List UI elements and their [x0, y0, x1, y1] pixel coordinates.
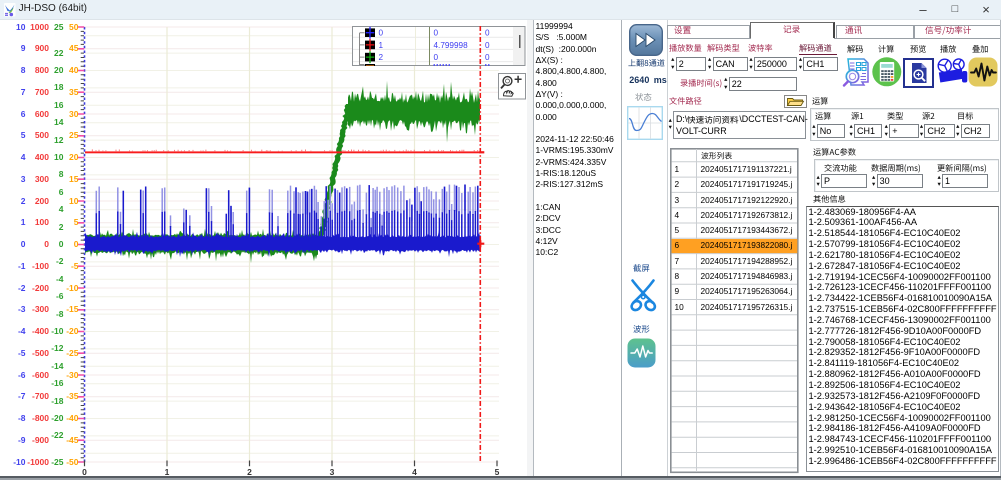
svg-text:2: 2 — [379, 53, 384, 62]
svg-text:1: 1 — [379, 40, 384, 49]
svg-text:0: 0 — [379, 28, 384, 37]
svg-text:0: 0 — [434, 28, 439, 37]
svg-text:0: 0 — [485, 28, 490, 37]
svg-text:0: 0 — [485, 40, 490, 49]
svg-text:4.799998: 4.799998 — [434, 40, 469, 49]
svg-text:0: 0 — [434, 53, 439, 62]
svg-text:0: 0 — [485, 53, 490, 62]
